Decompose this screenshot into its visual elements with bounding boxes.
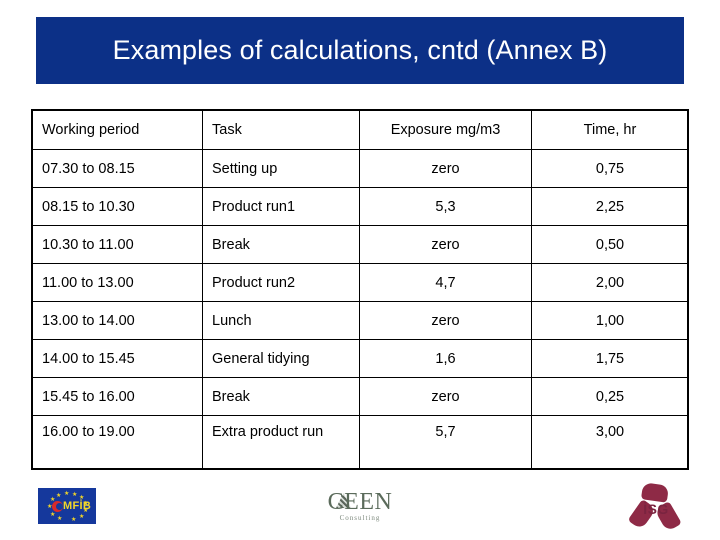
hand-icon: [640, 482, 670, 503]
cell-time: 0,25: [531, 377, 689, 416]
eu-star-icon: ★: [64, 491, 70, 497]
cell-working-period: 16.00 to 19.00: [32, 415, 203, 469]
eu-star-icon: ★: [71, 517, 77, 523]
page-title: Examples of calculations, cntd (Annex B): [112, 35, 608, 65]
eu-star-icon: ★: [72, 492, 78, 498]
cell-working-period: 10.30 to 11.00: [32, 225, 203, 264]
table-header-row: Working period Task Exposure mg/m3 Time,…: [32, 110, 689, 150]
cell-exposure: zero: [359, 225, 532, 264]
cell-time: 3,00: [531, 415, 689, 469]
cell-working-period: 13.00 to 14.00: [32, 301, 203, 340]
cell-exposure: 5,7: [359, 415, 532, 469]
cell-exposure: zero: [359, 149, 532, 188]
isg-logo: İSG: [627, 482, 684, 536]
turkish-crescent-icon: [52, 501, 63, 512]
cell-working-period: 08.15 to 10.30: [32, 187, 203, 226]
cell-task: Lunch: [202, 301, 360, 340]
table-row: 07.30 to 08.15 Setting up zero 0,75: [32, 149, 689, 188]
cell-task: Break: [202, 377, 360, 416]
cell-task: Extra product run: [202, 415, 360, 469]
table-row: 14.00 to 15.45 General tidying 1,6 1,75: [32, 339, 689, 378]
cell-working-period: 07.30 to 08.15: [32, 149, 203, 188]
column-header-working-period: Working period: [32, 110, 203, 150]
eu-star-icon: ★: [79, 514, 85, 520]
table-row: 16.00 to 19.00 Extra product run 5,7 3,0…: [32, 415, 689, 469]
eu-star-icon: ★: [57, 516, 63, 522]
column-header-task: Task: [202, 110, 360, 150]
eu-star-icon: ★: [56, 493, 62, 499]
table-header: Working period Task Exposure mg/m3 Time,…: [32, 110, 689, 150]
cell-time: 0,75: [531, 149, 689, 188]
cell-task: Break: [202, 225, 360, 264]
cell-time: 2,00: [531, 263, 689, 302]
table-row: 15.45 to 16.00 Break zero 0,25: [32, 377, 689, 416]
mfib-logo: ★ ★ ★ ★ ★ ★ ★ ★ ★ ★ ★ ★ MFİB: [38, 488, 96, 524]
table-body: 07.30 to 08.15 Setting up zero 0,75 08.1…: [32, 149, 689, 469]
cell-task: General tidying: [202, 339, 360, 378]
cell-exposure: zero: [359, 377, 532, 416]
column-header-time: Time, hr: [531, 110, 689, 150]
cell-time: 1,75: [531, 339, 689, 378]
calculations-table: Working period Task Exposure mg/m3 Time,…: [32, 110, 689, 469]
cell-exposure: 1,6: [359, 339, 532, 378]
mfib-logo-text: MFİB: [63, 500, 92, 512]
cell-time: 1,00: [531, 301, 689, 340]
slide-title-banner: Examples of calculations, cntd (Annex B): [36, 17, 684, 84]
cell-task: Setting up: [202, 149, 360, 188]
table-row: 11.00 to 13.00 Product run2 4,7 2,00: [32, 263, 689, 302]
cell-time: 0,50: [531, 225, 689, 264]
table-row: 08.15 to 10.30 Product run1 5,3 2,25: [32, 187, 689, 226]
cell-working-period: 11.00 to 13.00: [32, 263, 203, 302]
footer-logo-bar: ★ ★ ★ ★ ★ ★ ★ ★ ★ ★ ★ ★ MFİB CEEN Consul…: [0, 480, 720, 540]
ceen-logo-subtext: Consulting: [339, 514, 381, 522]
cell-time: 2,25: [531, 187, 689, 226]
ceen-logo: CEEN Consulting: [312, 488, 408, 528]
column-header-exposure: Exposure mg/m3: [359, 110, 532, 150]
cell-exposure: 4,7: [359, 263, 532, 302]
table-row: 10.30 to 11.00 Break zero 0,50: [32, 225, 689, 264]
cell-exposure: 5,3: [359, 187, 532, 226]
cell-working-period: 14.00 to 15.45: [32, 339, 203, 378]
cell-working-period: 15.45 to 16.00: [32, 377, 203, 416]
eu-star-icon: ★: [50, 512, 56, 518]
calculations-table-container: Working period Task Exposure mg/m3 Time,…: [31, 109, 689, 470]
cell-exposure: zero: [359, 301, 532, 340]
cell-task: Product run1: [202, 187, 360, 226]
table-row: 13.00 to 14.00 Lunch zero 1,00: [32, 301, 689, 340]
cell-task: Product run2: [202, 263, 360, 302]
ceen-logo-text: CEEN: [327, 489, 393, 515]
isg-logo-text: İSG: [643, 501, 669, 517]
